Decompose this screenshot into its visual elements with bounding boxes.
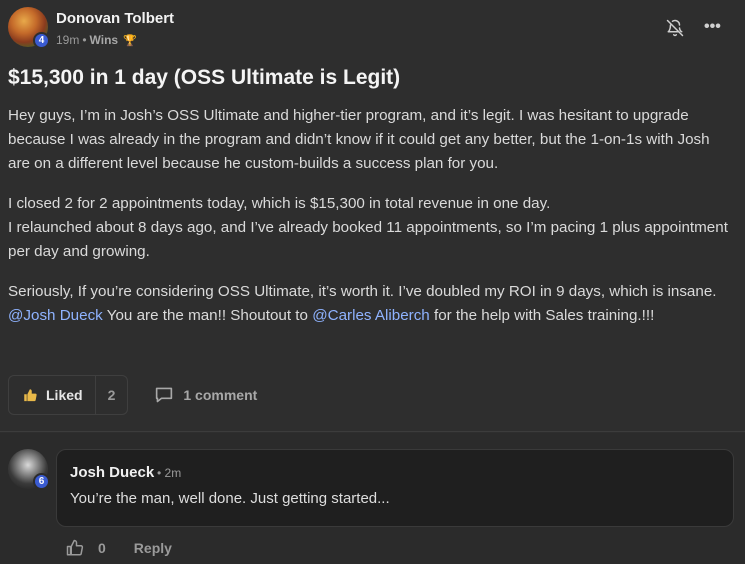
author-level-badge: 4 <box>33 32 50 49</box>
post-body: Hey guys, I’m in Josh’s OSS Ultimate and… <box>8 104 733 344</box>
post-paragraph-3-end: for the help with Sales training.!!! <box>429 307 655 324</box>
comment-button[interactable]: 1 comment <box>154 386 257 404</box>
post-meta: 19m • Wins 🏆 <box>56 33 137 47</box>
post-category[interactable]: Wins <box>90 33 119 47</box>
post-paragraph-2-line-1: I closed 2 for 2 appointments today, whi… <box>8 195 551 212</box>
post-card: 4 Donovan Tolbert 19m • Wins 🏆 ••• $15,3… <box>0 0 745 432</box>
more-options-icon[interactable]: ••• <box>704 18 721 36</box>
post-title: $15,300 in 1 day (OSS Ultimate is Legit) <box>8 66 401 89</box>
comment-section: 6 Josh Dueck • 2m You’re the man, well d… <box>0 433 745 564</box>
like-button[interactable]: Liked 2 <box>8 375 129 415</box>
trophy-icon: 🏆 <box>123 34 137 47</box>
reply-button[interactable]: Reply <box>134 540 172 556</box>
comment-bubble: Josh Dueck • 2m You’re the man, well don… <box>56 449 734 527</box>
like-toggle[interactable]: Liked <box>9 376 96 414</box>
comment-like-count: 0 <box>98 540 106 556</box>
author-name[interactable]: Donovan Tolbert <box>56 10 174 27</box>
meta-separator: • <box>82 33 87 47</box>
thumbs-up-icon[interactable] <box>66 539 84 557</box>
comment-text: You’re the man, well done. Just getting … <box>70 490 390 507</box>
comment-icon <box>156 387 173 403</box>
comment-actions: 0 Reply <box>66 539 172 557</box>
post-paragraph-2-line-2: I relaunched about 8 days ago, and I’ve … <box>8 219 728 260</box>
comment-author-name[interactable]: Josh Dueck <box>70 464 154 481</box>
comment-author-level-badge: 6 <box>33 473 50 490</box>
comment-time: • 2m <box>157 466 182 480</box>
thumbs-up-icon <box>24 388 37 401</box>
post-paragraph-1: Hey guys, I’m in Josh’s OSS Ultimate and… <box>8 107 710 172</box>
like-count[interactable]: 2 <box>96 387 128 403</box>
post-time: 19m <box>56 33 80 47</box>
post-paragraph-3-line-1: Seriously, If you’re considering OSS Ult… <box>8 283 717 300</box>
liked-label: Liked <box>46 387 83 403</box>
post-paragraph-3: Seriously, If you’re considering OSS Ult… <box>8 280 733 328</box>
post-paragraph-2: I closed 2 for 2 appointments today, whi… <box>8 192 733 264</box>
mention-josh-dueck[interactable]: @Josh Dueck <box>8 307 103 324</box>
post-actions: Liked 2 1 comment <box>8 375 257 415</box>
mention-carles-aliberch[interactable]: @Carles Aliberch <box>312 307 430 324</box>
post-paragraph-3-mid: You are the man!! Shoutout to <box>102 307 313 324</box>
bell-off-icon[interactable] <box>666 19 684 37</box>
comment-count-label: 1 comment <box>183 387 258 403</box>
